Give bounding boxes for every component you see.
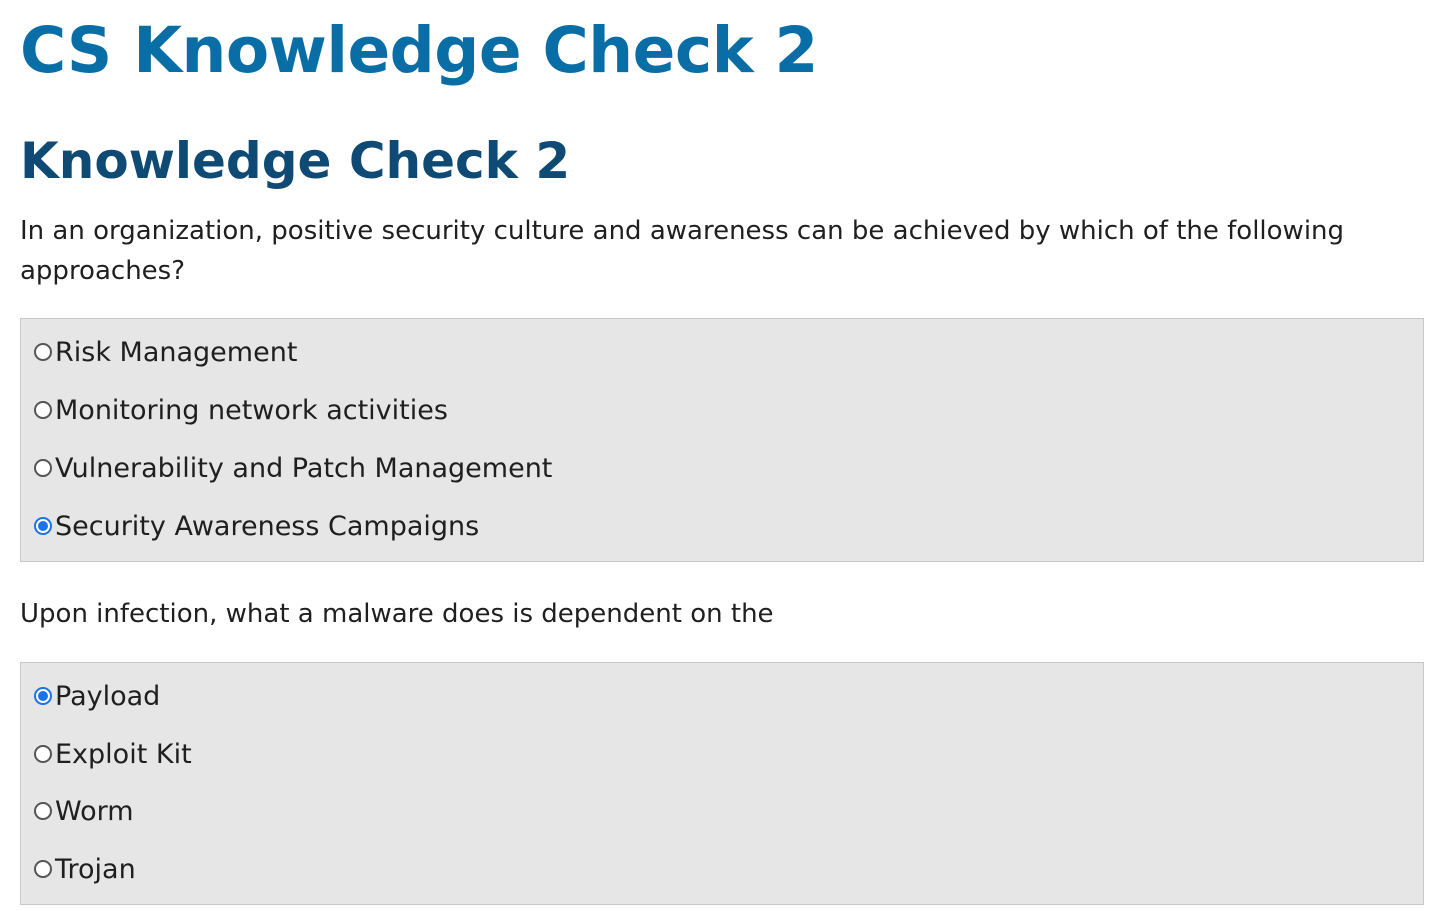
option-label: Security Awareness Campaigns: [55, 510, 480, 542]
radio-button[interactable]: [34, 459, 52, 477]
question-2-text: Upon infection, what a malware does is d…: [20, 599, 774, 629]
q2-option-exploit-kit[interactable]: Exploit Kit: [34, 734, 192, 774]
radio-button[interactable]: [34, 860, 52, 878]
question-2-options: Payload Exploit Kit Worm Trojan: [20, 662, 1424, 905]
q1-option-vulnerability-patch[interactable]: Vulnerability and Patch Management: [34, 448, 552, 488]
radio-button[interactable]: [34, 745, 52, 763]
option-label: Worm: [55, 795, 134, 827]
question-1-text: In an organization, positive security cu…: [20, 216, 1345, 286]
page-title: CS Knowledge Check 2: [20, 14, 818, 87]
option-label: Monitoring network activities: [55, 394, 448, 426]
option-label: Payload: [55, 680, 161, 712]
option-label: Risk Management: [55, 336, 298, 368]
radio-button[interactable]: [34, 401, 52, 419]
option-label: Vulnerability and Patch Management: [55, 452, 553, 484]
radio-button[interactable]: [34, 687, 52, 705]
q1-option-monitoring-network[interactable]: Monitoring network activities: [34, 390, 448, 430]
radio-button[interactable]: [34, 343, 52, 361]
radio-button[interactable]: [34, 802, 52, 820]
radio-button[interactable]: [34, 517, 52, 535]
option-label: Exploit Kit: [55, 738, 192, 770]
q1-option-risk-management[interactable]: Risk Management: [34, 332, 297, 372]
section-title: Knowledge Check 2: [20, 132, 571, 190]
q2-option-payload[interactable]: Payload: [34, 676, 160, 716]
q1-option-security-awareness[interactable]: Security Awareness Campaigns: [34, 506, 479, 546]
option-label: Trojan: [55, 853, 136, 885]
q2-option-trojan[interactable]: Trojan: [34, 849, 136, 889]
q2-option-worm[interactable]: Worm: [34, 791, 134, 831]
question-1-options: Risk Management Monitoring network activ…: [20, 318, 1424, 562]
